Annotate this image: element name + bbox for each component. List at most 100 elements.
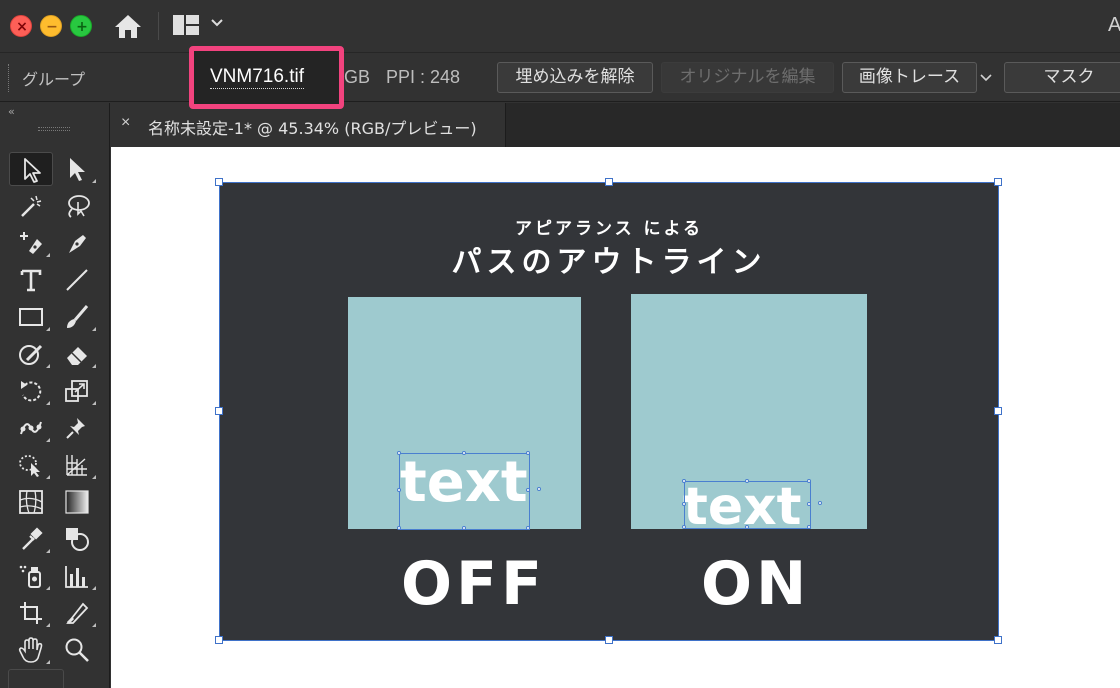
text-bounding-box-off [397, 451, 541, 530]
mesh-tool[interactable] [9, 485, 53, 519]
linked-file-link[interactable]: VNM716.tif [210, 66, 304, 89]
title-bar: × − + A [0, 0, 1120, 53]
tab-close-icon[interactable]: × [121, 114, 130, 132]
fill-stroke-swatch[interactable] [8, 669, 64, 688]
mask-button[interactable]: マスク [1004, 62, 1120, 93]
anchor-point [807, 502, 811, 506]
chevron-down-icon[interactable] [980, 73, 992, 82]
ppi-label: PPI : 248 [386, 67, 461, 87]
zoom-tool[interactable] [55, 633, 99, 667]
tool-flyout-indicator [46, 660, 50, 664]
direct-selection-arrow-icon [70, 158, 85, 181]
rectangle-icon [19, 308, 43, 326]
line-segment-tool[interactable] [55, 263, 99, 297]
slice-tool[interactable] [55, 596, 99, 630]
tool-flyout-indicator [46, 586, 50, 590]
tools-panel: ‹‹ [0, 103, 110, 688]
shaper-icon [19, 344, 43, 365]
puppet-warp-tool[interactable] [9, 411, 53, 445]
eyedropper-tool[interactable] [9, 522, 53, 556]
zoom-magnifier-icon [65, 638, 89, 662]
tools-panel-grip[interactable] [38, 127, 70, 131]
tool-flyout-indicator [46, 401, 50, 405]
perspective-grid-icon [66, 455, 87, 476]
resize-handle-bottom[interactable] [605, 636, 613, 644]
resize-handle-bottom-right[interactable] [994, 636, 1002, 644]
artboard-tool[interactable] [9, 596, 53, 630]
tool-flyout-indicator [92, 586, 96, 590]
control-bar-grip[interactable] [8, 64, 10, 92]
workspace-layout-icon[interactable] [172, 13, 200, 37]
anchor-point [397, 526, 401, 530]
chevron-down-icon[interactable] [210, 18, 224, 28]
resize-handle-left[interactable] [215, 407, 223, 415]
scale-icon [65, 380, 88, 402]
pen-tool[interactable] [55, 226, 99, 260]
label-on: ON [701, 549, 811, 619]
document-canvas[interactable]: アピアランス による パスのアウトライン text text OFF ON [111, 147, 1120, 688]
direct-selection-tool[interactable] [55, 152, 99, 186]
artwork-subtitle: アピアランス による [514, 219, 704, 239]
pen-nib-icon [69, 235, 86, 253]
resize-handle-top-left[interactable] [215, 178, 223, 186]
anchor-point [537, 487, 541, 491]
unembed-button[interactable]: 埋め込みを解除 [497, 62, 653, 93]
window-minimize-button[interactable]: − [40, 15, 62, 37]
document-tab-title: 名称未設定-1* @ 45.34% (RGB/プレビュー) [148, 119, 477, 138]
collapse-panel-icon[interactable]: ‹‹ [8, 105, 15, 118]
anchor-point [745, 525, 749, 529]
pushpin-icon [66, 418, 85, 439]
magic-wand-tool[interactable] [9, 189, 53, 223]
anchor-point [526, 488, 530, 492]
image-trace-button[interactable]: 画像トレース [842, 62, 977, 93]
anchor-point [682, 525, 686, 529]
hand-tool[interactable] [9, 633, 53, 667]
resize-handle-top-right[interactable] [994, 178, 1002, 186]
rotate-tool[interactable] [9, 374, 53, 408]
perspective-grid-tool[interactable] [55, 448, 99, 482]
scale-tool[interactable] [55, 374, 99, 408]
sample-panel-on: text [631, 294, 867, 535]
mesh-icon [19, 490, 43, 514]
gradient-icon [65, 490, 89, 514]
window-maximize-button[interactable]: + [70, 15, 92, 37]
anchor-point [807, 479, 811, 483]
anchor-point [526, 451, 530, 455]
maximize-icon: + [76, 19, 88, 35]
resize-handle-right[interactable] [994, 407, 1002, 415]
rectangle-tool[interactable] [9, 300, 53, 334]
pin-tool[interactable] [55, 411, 99, 445]
paintbrush-tool[interactable] [55, 300, 99, 334]
resize-handle-bottom-left[interactable] [215, 636, 223, 644]
lasso-icon [68, 195, 90, 218]
selection-tool[interactable] [9, 152, 53, 186]
tool-flyout-indicator [46, 475, 50, 479]
eraser-tool[interactable] [55, 337, 99, 371]
minimize-icon: − [46, 19, 58, 35]
gradient-tool[interactable] [55, 485, 99, 519]
tool-flyout-indicator [92, 364, 96, 368]
curvature-pen-tool[interactable] [9, 226, 53, 260]
anchor-point [818, 501, 822, 505]
shape-builder-icon [19, 455, 40, 477]
home-icon[interactable] [113, 12, 143, 40]
hand-icon [18, 637, 43, 663]
lasso-tool[interactable] [55, 189, 99, 223]
placed-image[interactable]: アピアランス による パスのアウトライン text text OFF ON [219, 182, 999, 641]
anchor-point [462, 526, 466, 530]
anchor-point [745, 479, 749, 483]
window-close-button[interactable]: × [10, 15, 32, 37]
document-tab[interactable]: × 名称未設定-1* @ 45.34% (RGB/プレビュー) [111, 103, 506, 147]
anchor-point [397, 488, 401, 492]
tool-flyout-indicator [92, 623, 96, 627]
type-tool[interactable] [9, 263, 53, 297]
paintbrush-icon [67, 305, 89, 328]
rotate-icon [21, 381, 42, 402]
shape-builder-tool[interactable] [9, 448, 53, 482]
symbol-sprayer-tool[interactable] [9, 559, 53, 593]
column-graph-tool[interactable] [55, 559, 99, 593]
shaper-tool[interactable] [9, 337, 53, 371]
resize-handle-top[interactable] [605, 178, 613, 186]
blend-tool[interactable] [55, 522, 99, 556]
edit-original-button[interactable]: オリジナルを編集 [661, 62, 834, 93]
